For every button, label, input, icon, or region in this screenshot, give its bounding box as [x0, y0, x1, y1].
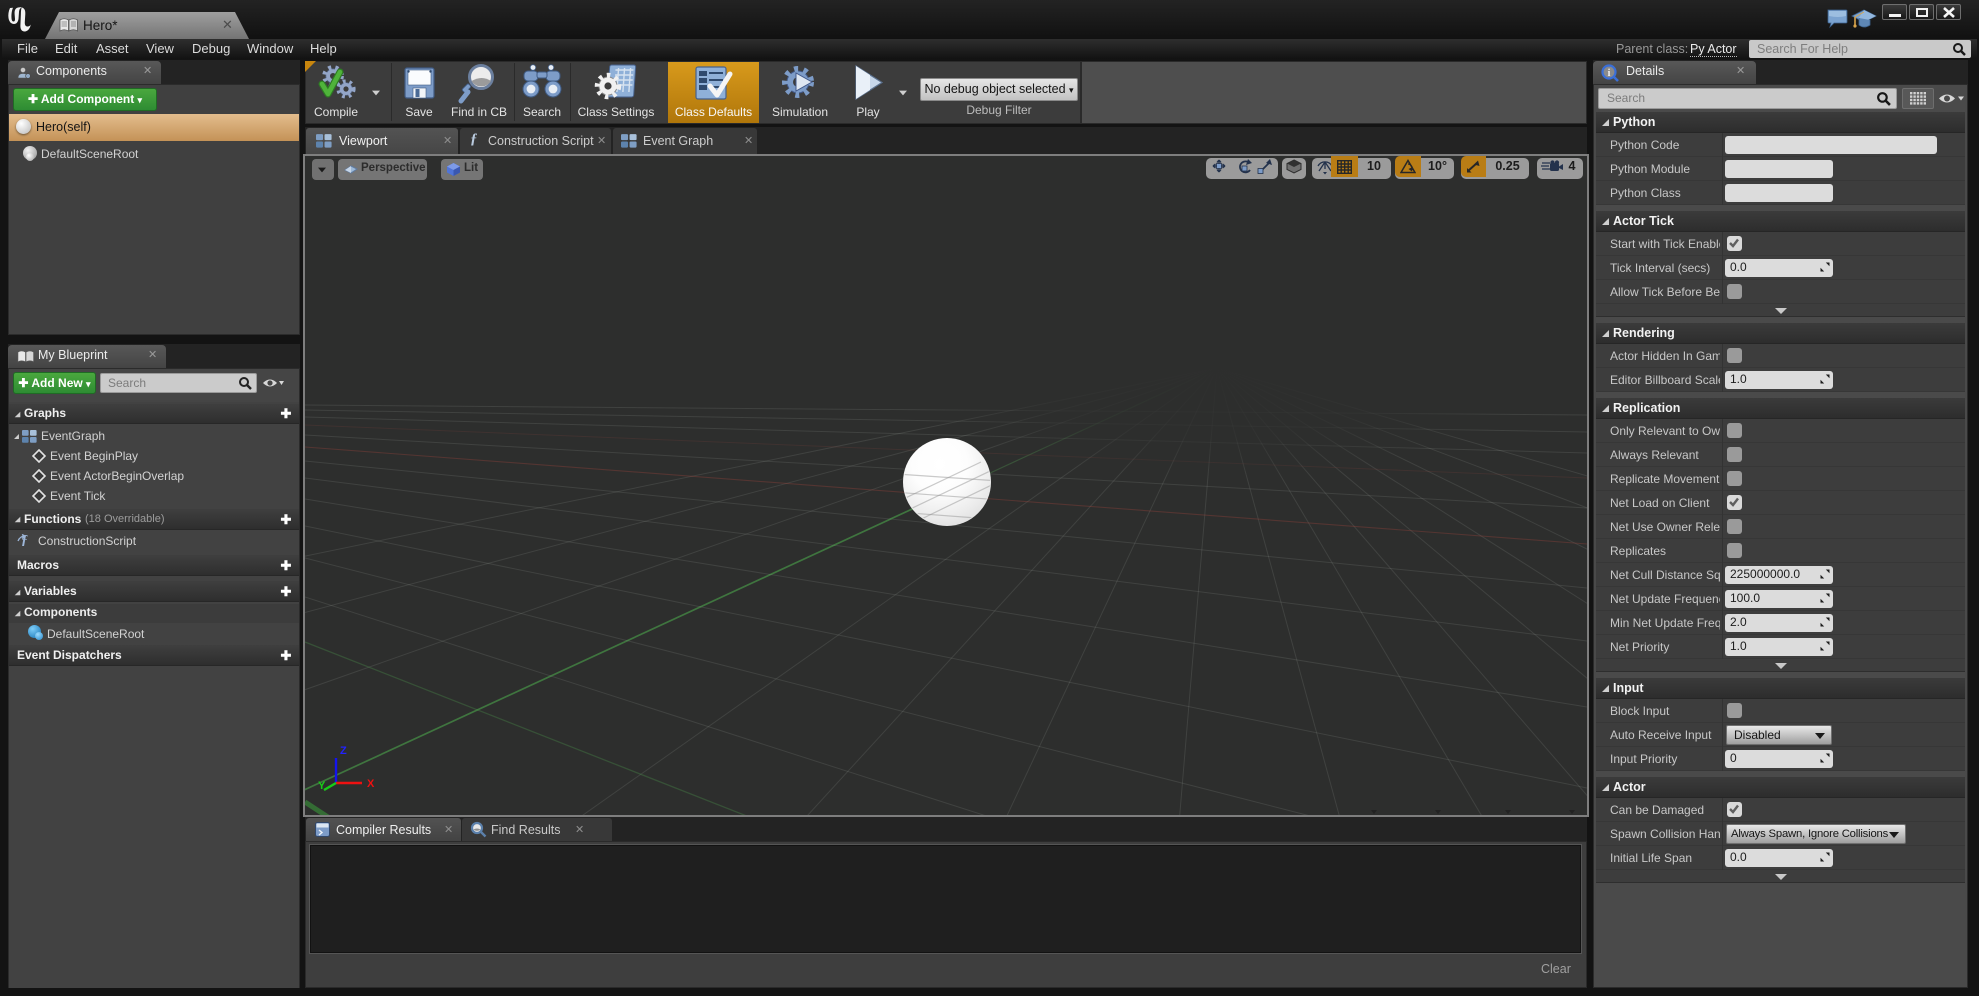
svg-text:i: i — [1608, 68, 1611, 79]
svg-text:Y: Y — [318, 780, 326, 791]
svg-text:Z: Z — [340, 745, 347, 757]
svg-text:X: X — [367, 778, 375, 790]
